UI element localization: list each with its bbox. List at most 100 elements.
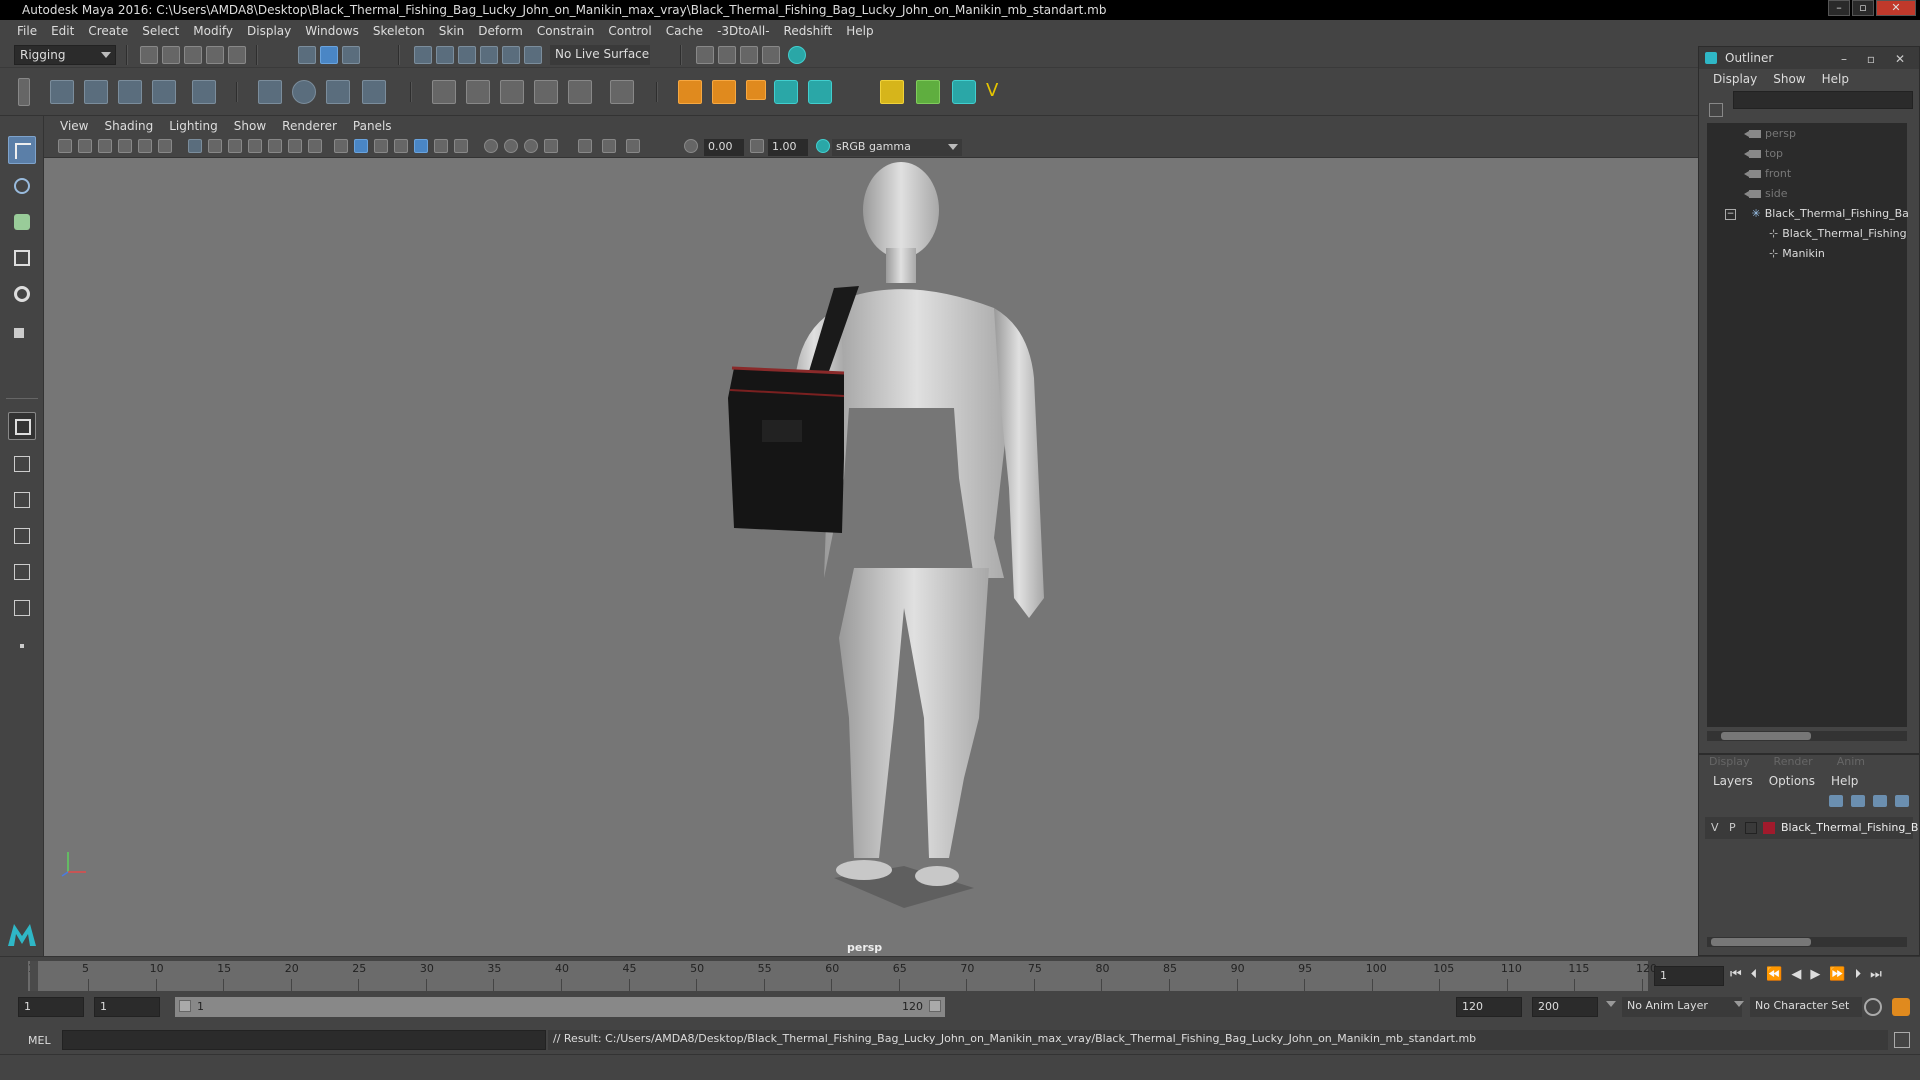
color-space-dropdown[interactable]: sRGB gamma [832,139,962,156]
orient-joint-icon[interactable] [192,80,216,104]
menu-file[interactable]: File [10,24,44,38]
select-tool[interactable] [8,136,36,164]
collapse-icon[interactable]: − [1725,208,1736,220]
layer-menu-options[interactable]: Options [1761,774,1823,788]
viewport-menu-show[interactable]: Show [226,119,274,133]
menu-deform[interactable]: Deform [471,24,530,38]
field-chart-icon[interactable] [268,139,282,153]
minimize-icon[interactable]: – [1841,48,1847,70]
lattice-icon[interactable] [326,80,350,104]
menu-select[interactable]: Select [135,24,186,38]
textured-icon[interactable] [394,139,408,153]
image-plane-icon[interactable] [118,139,132,153]
snap-view-plane-icon[interactable] [480,46,498,64]
close-button[interactable]: ✕ [1876,0,1916,16]
new-layer-selected-icon[interactable] [1895,795,1909,807]
grid-toggle-icon[interactable] [188,139,202,153]
anim-layer-dropdown[interactable]: No Anim Layer [1622,997,1742,1017]
move-layer-up-icon[interactable] [1829,795,1843,807]
gate-mask-icon[interactable] [248,139,262,153]
select-camera-icon[interactable] [58,139,72,153]
outliner-search-input[interactable] [1733,91,1913,109]
layer-color-swatch[interactable] [1763,822,1775,834]
viewport-canvas[interactable]: persp [44,158,1698,956]
joint-orange-icon[interactable] [712,80,736,104]
viewport-menu-panels[interactable]: Panels [345,119,400,133]
outliner-menu-show[interactable]: Show [1765,72,1813,86]
menu-redshift[interactable]: Redshift [777,24,840,38]
current-frame-field[interactable]: 1 [1654,966,1724,986]
viewport-menu-shading[interactable]: Shading [96,119,161,133]
magnet-icon[interactable] [524,46,542,64]
depth-of-field-icon[interactable] [524,139,538,153]
step-back-key-icon[interactable]: ⏪ [1766,967,1782,982]
bind-skin-icon[interactable] [258,80,282,104]
outliner-item-persp[interactable]: persp [1744,125,1796,143]
pole-vector-icon[interactable] [610,80,634,104]
snap-point-icon[interactable] [458,46,476,64]
undo-icon[interactable] [206,46,224,64]
new-scene-icon[interactable] [140,46,158,64]
go-to-start-icon[interactable]: ⏮ [1730,967,1742,982]
ik-orange-icon[interactable] [746,80,766,100]
outliner-menu-display[interactable]: Display [1705,72,1765,86]
ipr-render-icon[interactable] [740,46,758,64]
smooth-shade-icon[interactable] [354,139,368,153]
script-editor-icon[interactable] [1894,1032,1910,1048]
layer-menu-layers[interactable]: Layers [1705,774,1761,788]
maya-tool-2-icon[interactable] [808,80,832,104]
wireframe-on-shaded-icon[interactable] [374,139,388,153]
set-key-icon[interactable] [880,80,904,104]
layer-menu-help[interactable]: Help [1823,774,1866,788]
backface-culling-icon[interactable] [626,139,640,153]
character-set-dropdown[interactable]: No Character Set [1750,997,1862,1017]
exposure-field[interactable]: 0.00 [704,139,744,156]
render-frame-icon[interactable] [718,46,736,64]
select-by-component-icon[interactable] [342,46,360,64]
aim-constraint-icon[interactable] [568,80,592,104]
live-surface-field[interactable]: No Live Surface [550,45,650,65]
scrollbar-thumb[interactable] [1721,732,1811,740]
step-back-frame-icon[interactable]: ⏴ [1751,967,1758,982]
minimize-button[interactable]: – [1828,0,1850,16]
hypershade-layout[interactable] [8,594,36,622]
point-constraint-icon[interactable] [466,80,490,104]
outliner-item-manikin[interactable]: ⊹ Manikin [1769,245,1825,263]
redo-icon[interactable] [228,46,246,64]
safe-title-icon[interactable] [308,139,322,153]
layer-playback-toggle[interactable]: P [1729,817,1736,839]
bookmark-icon[interactable] [98,139,112,153]
play-backward-icon[interactable]: ◀ [1791,967,1801,982]
xray-joints-icon[interactable] [602,139,616,153]
step-forward-key-icon[interactable]: ⏩ [1829,967,1845,982]
ik-handle-icon[interactable] [84,80,108,104]
scale-constraint-icon[interactable] [534,80,558,104]
cluster-icon[interactable] [362,80,386,104]
layer-row[interactable]: V P Black_Thermal_Fishing_B [1705,817,1918,839]
preferences-icon[interactable] [1892,998,1910,1016]
hypershade-icon[interactable] [788,46,806,64]
xray-icon[interactable] [578,139,592,153]
menu-edit[interactable]: Edit [44,24,81,38]
playback-end-field[interactable]: 120 [1456,997,1522,1017]
side-by-side-layout[interactable] [8,486,36,514]
maya-tool-icon[interactable] [774,80,798,104]
time-ruler[interactable]: 1510152025303540455055606570758085909510… [28,961,1657,991]
command-input[interactable] [62,1030,546,1050]
shelf-tab-menu-icon[interactable] [18,78,30,106]
range-slider[interactable]: 1 120 [175,997,945,1017]
menu-modify[interactable]: Modify [186,24,240,38]
snap-curve-icon[interactable] [436,46,454,64]
menu-control[interactable]: Control [601,24,658,38]
close-icon[interactable]: ✕ [1895,48,1905,70]
paint-weights-icon[interactable] [292,80,316,104]
custom-layout[interactable] [8,632,36,660]
viewport-menu-renderer[interactable]: Renderer [274,119,345,133]
snap-grid-icon[interactable] [414,46,432,64]
menu-skeleton[interactable]: Skeleton [366,24,432,38]
viewport-menu-lighting[interactable]: Lighting [161,119,226,133]
save-scene-icon[interactable] [184,46,202,64]
isolate-select-icon[interactable] [544,139,558,153]
tab-anim[interactable]: Anim [1837,755,1865,769]
2d-pan-zoom-icon[interactable] [138,139,152,153]
